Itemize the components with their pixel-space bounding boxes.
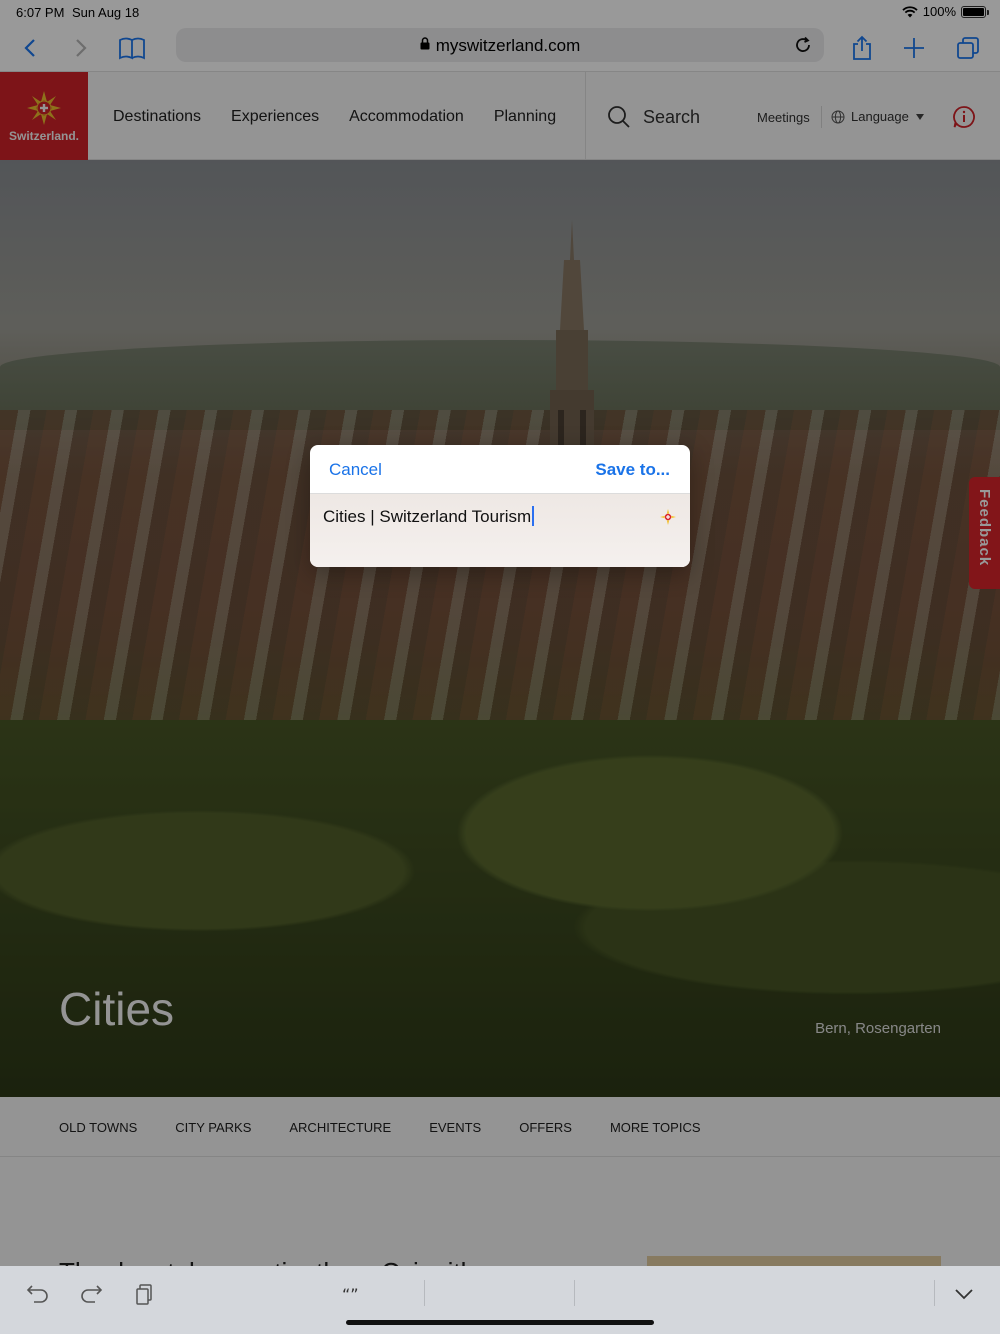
dismiss-keyboard-button[interactable]	[948, 1280, 980, 1308]
cancel-button[interactable]: Cancel	[329, 460, 382, 480]
undo-icon	[26, 1285, 48, 1303]
suggestion-separator-3	[934, 1280, 935, 1306]
chevron-down-icon	[955, 1289, 973, 1300]
home-indicator	[346, 1320, 654, 1325]
bookmark-title-field[interactable]: Cities | Switzerland Tourism	[323, 506, 643, 527]
bookmark-title-value: Cities | Switzerland Tourism	[323, 507, 532, 526]
suggestion-separator-1	[424, 1280, 425, 1306]
dim-overlay-top	[0, 0, 1000, 72]
save-to-button[interactable]: Save to...	[595, 460, 670, 480]
paste-button[interactable]	[128, 1280, 160, 1308]
text-caret	[532, 506, 535, 526]
site-favicon-icon	[660, 509, 676, 525]
undo-button[interactable]	[22, 1280, 54, 1308]
redo-button[interactable]	[75, 1280, 107, 1308]
clipboard-icon	[136, 1284, 152, 1305]
dialog-body: Cities | Switzerland Tourism	[310, 494, 690, 567]
suggestion-separator-2	[574, 1280, 575, 1306]
feedback-tab[interactable]: Feedback	[969, 477, 1000, 589]
feedback-label: Feedback	[976, 489, 993, 567]
quotes-suggestion[interactable]: “”	[342, 1285, 359, 1304]
save-bookmark-dialog: Cancel Save to... Cities | Switzerland T…	[310, 445, 690, 567]
dialog-header: Cancel Save to...	[310, 445, 690, 494]
redo-icon	[81, 1285, 103, 1303]
dim-overlay[interactable]	[0, 72, 1000, 1266]
